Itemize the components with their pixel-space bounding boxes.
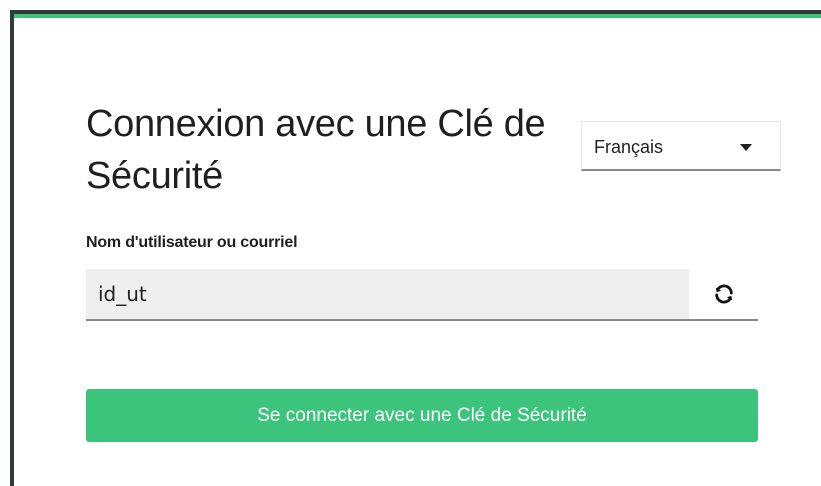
language-select[interactable]: Français bbox=[581, 121, 781, 171]
refresh-icon bbox=[714, 284, 733, 304]
security-key-login-button[interactable]: Se connecter avec une Clé de Sécurité bbox=[86, 389, 758, 442]
page-title: Connexion avec une Clé de Sécurité bbox=[86, 103, 546, 197]
username-input[interactable] bbox=[86, 269, 687, 319]
language-selected-value: Français bbox=[594, 137, 664, 157]
caret-down-icon bbox=[740, 144, 752, 151]
username-field-group bbox=[86, 269, 758, 321]
window-left-border bbox=[10, 10, 14, 486]
accent-bar bbox=[14, 14, 821, 18]
refresh-button[interactable] bbox=[689, 269, 758, 319]
username-label: Nom d'utilisateur ou courriel bbox=[86, 234, 298, 251]
